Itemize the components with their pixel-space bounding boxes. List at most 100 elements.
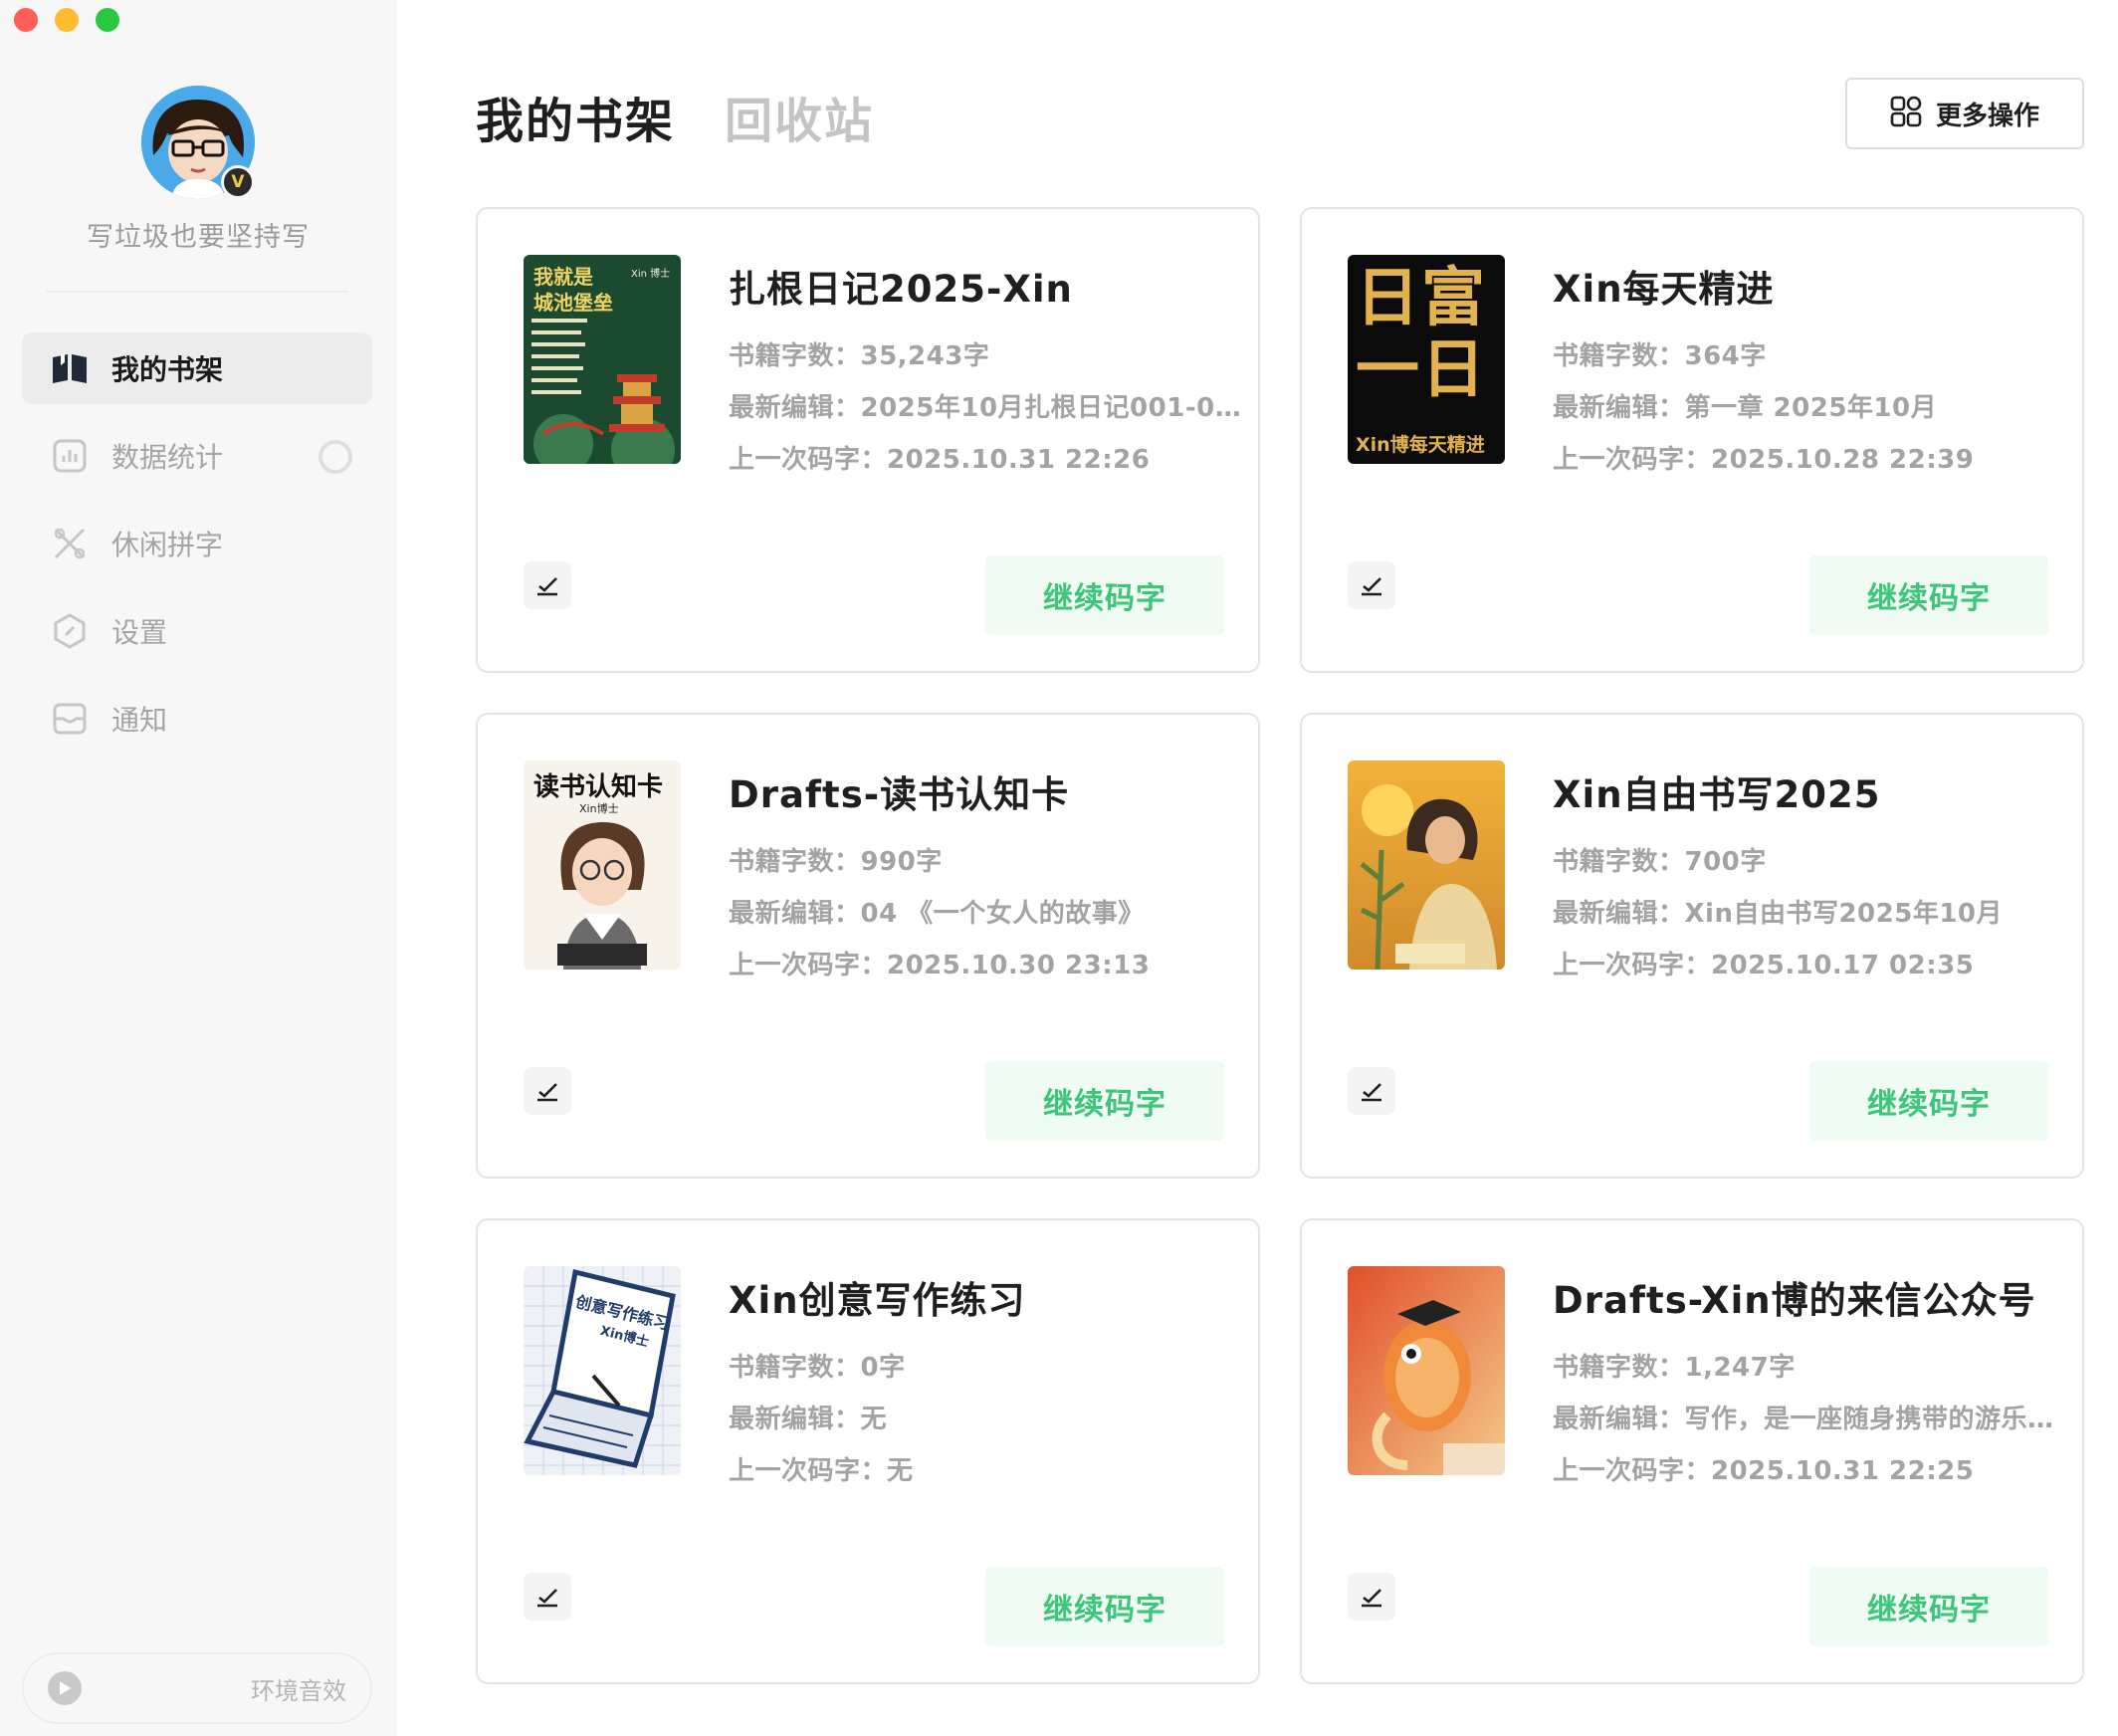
- sidebar-item-bookshelf[interactable]: 我的书架: [22, 332, 372, 404]
- word-count: 书籍字数：1,247字: [1553, 1353, 1796, 1383]
- book-info: Xin自由书写2025 书籍字数：700字 最新编辑：Xin自由书写2025年1…: [1553, 764, 2070, 991]
- sidebar-item-label: 设置: [111, 616, 168, 649]
- continue-writing-button[interactable]: 继续码字: [1809, 555, 2048, 635]
- cover-text: 城池堡垒: [533, 291, 613, 315]
- book-card[interactable]: 读书认知卡 Xin博士 Drafts-读书认知卡 书籍字数：990字 最新编辑：…: [476, 713, 1260, 1179]
- book-info: Drafts-读书认知卡 书籍字数：990字 最新编辑：04 《一个女人的故事》…: [729, 764, 1246, 991]
- edit-book-button[interactable]: [524, 1573, 571, 1621]
- divider: [46, 291, 348, 293]
- edit-book-button[interactable]: [1348, 561, 1395, 609]
- cover-author: Xin博每天精进: [1356, 434, 1485, 456]
- book-cover[interactable]: 创意写作练习 Xin博士: [524, 1266, 681, 1475]
- book-title[interactable]: Xin自由书写2025: [1553, 764, 2070, 818]
- vip-badge: V: [221, 165, 255, 199]
- cover-author: Xin 博士: [631, 269, 671, 280]
- last-typed: 上一次码字：2025.10.30 23:13: [729, 951, 1151, 980]
- continue-writing-button[interactable]: 继续码字: [985, 555, 1224, 635]
- book-card[interactable]: 创意写作练习 Xin博士 Xin创意写作练习 书籍字数：0字 最新编辑：无 上一…: [476, 1218, 1260, 1684]
- loading-ring-icon: [318, 440, 352, 474]
- play-icon[interactable]: [48, 1671, 82, 1705]
- edit-book-button[interactable]: [1348, 1573, 1395, 1621]
- grid-icon: [1890, 96, 1922, 131]
- latest-edit: 最新编辑：写作，是一座随身携带的游乐场…: [1553, 1405, 2070, 1434]
- book-card[interactable]: 我就是 城池堡垒 Xin 博士 扎根日记2025-Xin 书籍字数：35,243…: [476, 207, 1260, 673]
- minimize-window-button[interactable]: [55, 8, 79, 32]
- continue-writing-button[interactable]: 继续码字: [985, 1061, 1224, 1141]
- last-typed: 上一次码字：2025.10.17 02:35: [1553, 951, 1975, 980]
- latest-edit: 最新编辑：04 《一个女人的故事》: [729, 899, 1145, 929]
- sidebar-item-notifications[interactable]: 通知: [22, 683, 372, 755]
- book-cover[interactable]: [1348, 760, 1505, 970]
- tab-recycle-bin[interactable]: 回收站: [725, 82, 874, 151]
- book-title[interactable]: Xin每天精进: [1553, 259, 2070, 313]
- ambient-sound-label: 环境音效: [251, 1676, 346, 1705]
- tab-bar: 我的书架 回收站: [476, 82, 874, 151]
- book-info: 扎根日记2025-Xin 书籍字数：35,243字 最新编辑：2025年10月扎…: [729, 259, 1246, 486]
- edit-icon: [537, 1589, 557, 1608]
- inbox-icon: [50, 699, 90, 739]
- window-controls: [14, 8, 119, 32]
- edit-icon: [1362, 1589, 1381, 1608]
- edit-book-button[interactable]: [524, 1067, 571, 1115]
- continue-writing-button[interactable]: 继续码字: [985, 1567, 1224, 1646]
- edit-icon: [1362, 577, 1381, 596]
- cover-text: 一日: [1356, 333, 1487, 407]
- last-typed: 上一次码字：无: [729, 1456, 914, 1486]
- last-typed: 上一次码字：2025.10.31 22:25: [1553, 1456, 1975, 1486]
- edit-icon: [1362, 1083, 1381, 1102]
- sidebar-item-label: 休闲拼字: [111, 529, 224, 561]
- sidebar-nav: 我的书架 数据统计 休闲拼字 设置 通知: [22, 332, 372, 770]
- edit-icon: [537, 1083, 557, 1102]
- user-name: 写垃圾也要坚持写: [87, 222, 310, 253]
- zoom-window-button[interactable]: [96, 8, 119, 32]
- last-typed: 上一次码字：2025.10.31 22:26: [729, 445, 1151, 475]
- word-count: 书籍字数：0字: [729, 1353, 906, 1383]
- book-card[interactable]: Xin自由书写2025 书籍字数：700字 最新编辑：Xin自由书写2025年1…: [1300, 713, 2084, 1179]
- puzzle-icon: [50, 524, 90, 563]
- main-content: 我的书架 回收站 更多操作 我就是 城池堡垒 Xin 博士 扎根日记2025-X…: [396, 0, 2118, 1736]
- edit-book-button[interactable]: [1348, 1067, 1395, 1115]
- cover-author: Xin博士: [579, 802, 619, 815]
- word-count: 书籍字数：700字: [1553, 847, 1767, 877]
- sidebar-item-statistics[interactable]: 数据统计: [22, 420, 372, 492]
- ambient-sound-bar[interactable]: 环境音效: [22, 1652, 372, 1724]
- continue-writing-button[interactable]: 继续码字: [1809, 1061, 2048, 1141]
- book-title[interactable]: 扎根日记2025-Xin: [729, 259, 1246, 313]
- latest-edit: 最新编辑：2025年10月扎根日记001-020: [729, 393, 1246, 423]
- sidebar-item-label: 我的书架: [111, 353, 224, 386]
- book-cover[interactable]: 我就是 城池堡垒 Xin 博士: [524, 255, 681, 464]
- sidebar: V 写垃圾也要坚持写 我的书架 数据统计 休闲拼字 设置 通知 环境音效: [0, 0, 396, 1736]
- chart-icon: [50, 436, 90, 476]
- more-actions-label: 更多操作: [1935, 101, 2039, 131]
- tab-bookshelf[interactable]: 我的书架: [476, 82, 675, 151]
- latest-edit: 最新编辑：无: [729, 1405, 888, 1434]
- continue-writing-button[interactable]: 继续码字: [1809, 1567, 2048, 1646]
- more-actions-button[interactable]: 更多操作: [1845, 78, 2084, 149]
- edit-book-button[interactable]: [524, 561, 571, 609]
- sidebar-item-label: 通知: [111, 704, 168, 737]
- sidebar-item-settings[interactable]: 设置: [22, 595, 372, 667]
- cover-text: 我就是: [533, 265, 593, 289]
- book-title[interactable]: Drafts-读书认知卡: [729, 764, 1246, 818]
- word-count: 书籍字数：364字: [1553, 341, 1767, 371]
- book-title[interactable]: Xin创意写作练习: [729, 1270, 1246, 1324]
- book-info: Xin创意写作练习 书籍字数：0字 最新编辑：无 上一次码字：无: [729, 1270, 1246, 1497]
- cover-text: 读书认知卡: [533, 772, 664, 802]
- book-cover[interactable]: [1348, 1266, 1505, 1475]
- app-window: V 写垃圾也要坚持写 我的书架 数据统计 休闲拼字 设置 通知 环境音效 我的书…: [0, 0, 2118, 1736]
- bookshelf-icon: [50, 348, 90, 388]
- book-grid: 我就是 城池堡垒 Xin 博士 扎根日记2025-Xin 书籍字数：35,243…: [476, 207, 2084, 1684]
- cover-text: 日富: [1356, 262, 1487, 335]
- book-cover[interactable]: 读书认知卡 Xin博士: [524, 760, 681, 970]
- book-info: Drafts-Xin博的来信公众号 书籍字数：1,247字 最新编辑：写作，是一…: [1553, 1270, 2070, 1497]
- book-title[interactable]: Drafts-Xin博的来信公众号: [1553, 1270, 2070, 1324]
- book-info: Xin每天精进 书籍字数：364字 最新编辑：第一章 2025年10月 上一次码…: [1553, 259, 2070, 486]
- book-card[interactable]: Drafts-Xin博的来信公众号 书籍字数：1,247字 最新编辑：写作，是一…: [1300, 1218, 2084, 1684]
- sidebar-item-puzzle[interactable]: 休闲拼字: [22, 508, 372, 579]
- word-count: 书籍字数：990字: [729, 847, 943, 877]
- close-window-button[interactable]: [14, 8, 38, 32]
- book-card[interactable]: 日富 一日 Xin博每天精进 Xin每天精进 书籍字数：364字 最新编辑：第一…: [1300, 207, 2084, 673]
- settings-icon: [50, 611, 90, 651]
- edit-icon: [537, 577, 557, 596]
- book-cover[interactable]: 日富 一日 Xin博每天精进: [1348, 255, 1505, 464]
